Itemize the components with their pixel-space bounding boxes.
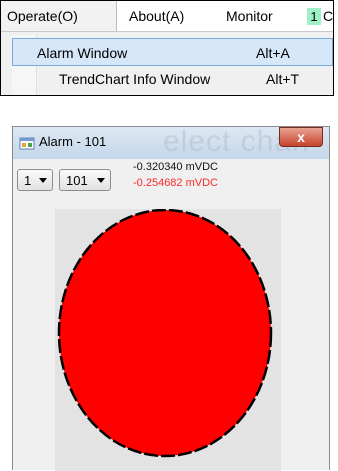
select-value: 1 [24,173,32,188]
chevron-down-icon [39,178,47,183]
monitor-count-badge: 1 [307,8,321,25]
reading-alarm: -0.254682 mVDC [133,177,218,189]
alarm-window: elect chan Alarm - 101 x 1 101 -0.320340… [12,125,330,471]
chevron-down-icon [97,178,105,183]
menu-operate[interactable]: Operate(O) [1,1,117,31]
alarm-light-icon [57,209,273,458]
select-value: 101 [66,173,88,188]
menu-item-label: TrendChart Info Window [59,71,211,87]
menu-screenshot: Operate(O) About(A) Monitor 1 C Alarm Wi… [0,0,334,96]
menu-item-shortcut: Alt+T [266,71,300,87]
menu-item-label: Alarm Window [37,45,128,61]
close-icon: x [297,129,305,145]
channel-select[interactable]: 101 [59,169,111,191]
app-window-icon [19,137,35,150]
alarm-indicator-panel [55,209,281,471]
menu-bar: Operate(O) About(A) Monitor 1 C [1,1,333,32]
channel-group-select[interactable]: 1 [17,169,53,191]
menu-about[interactable]: About(A) [117,1,212,31]
window-titlebar[interactable]: elect chan Alarm - 101 x [13,125,329,159]
menu-item-shortcut: Alt+A [256,45,290,61]
menu-clipped-item[interactable]: C [323,1,333,31]
menu-monitor[interactable]: Monitor [212,1,307,31]
close-button[interactable]: x [279,127,323,147]
menu-item-alarm-window[interactable]: Alarm Window Alt+A [12,38,333,66]
alarm-indicator [57,209,273,458]
window-title: Alarm - 101 [39,134,107,149]
menu-item-trendchart-window[interactable]: TrendChart Info Window Alt+T [12,65,333,93]
reading-current: -0.320340 mVDC [133,161,218,173]
